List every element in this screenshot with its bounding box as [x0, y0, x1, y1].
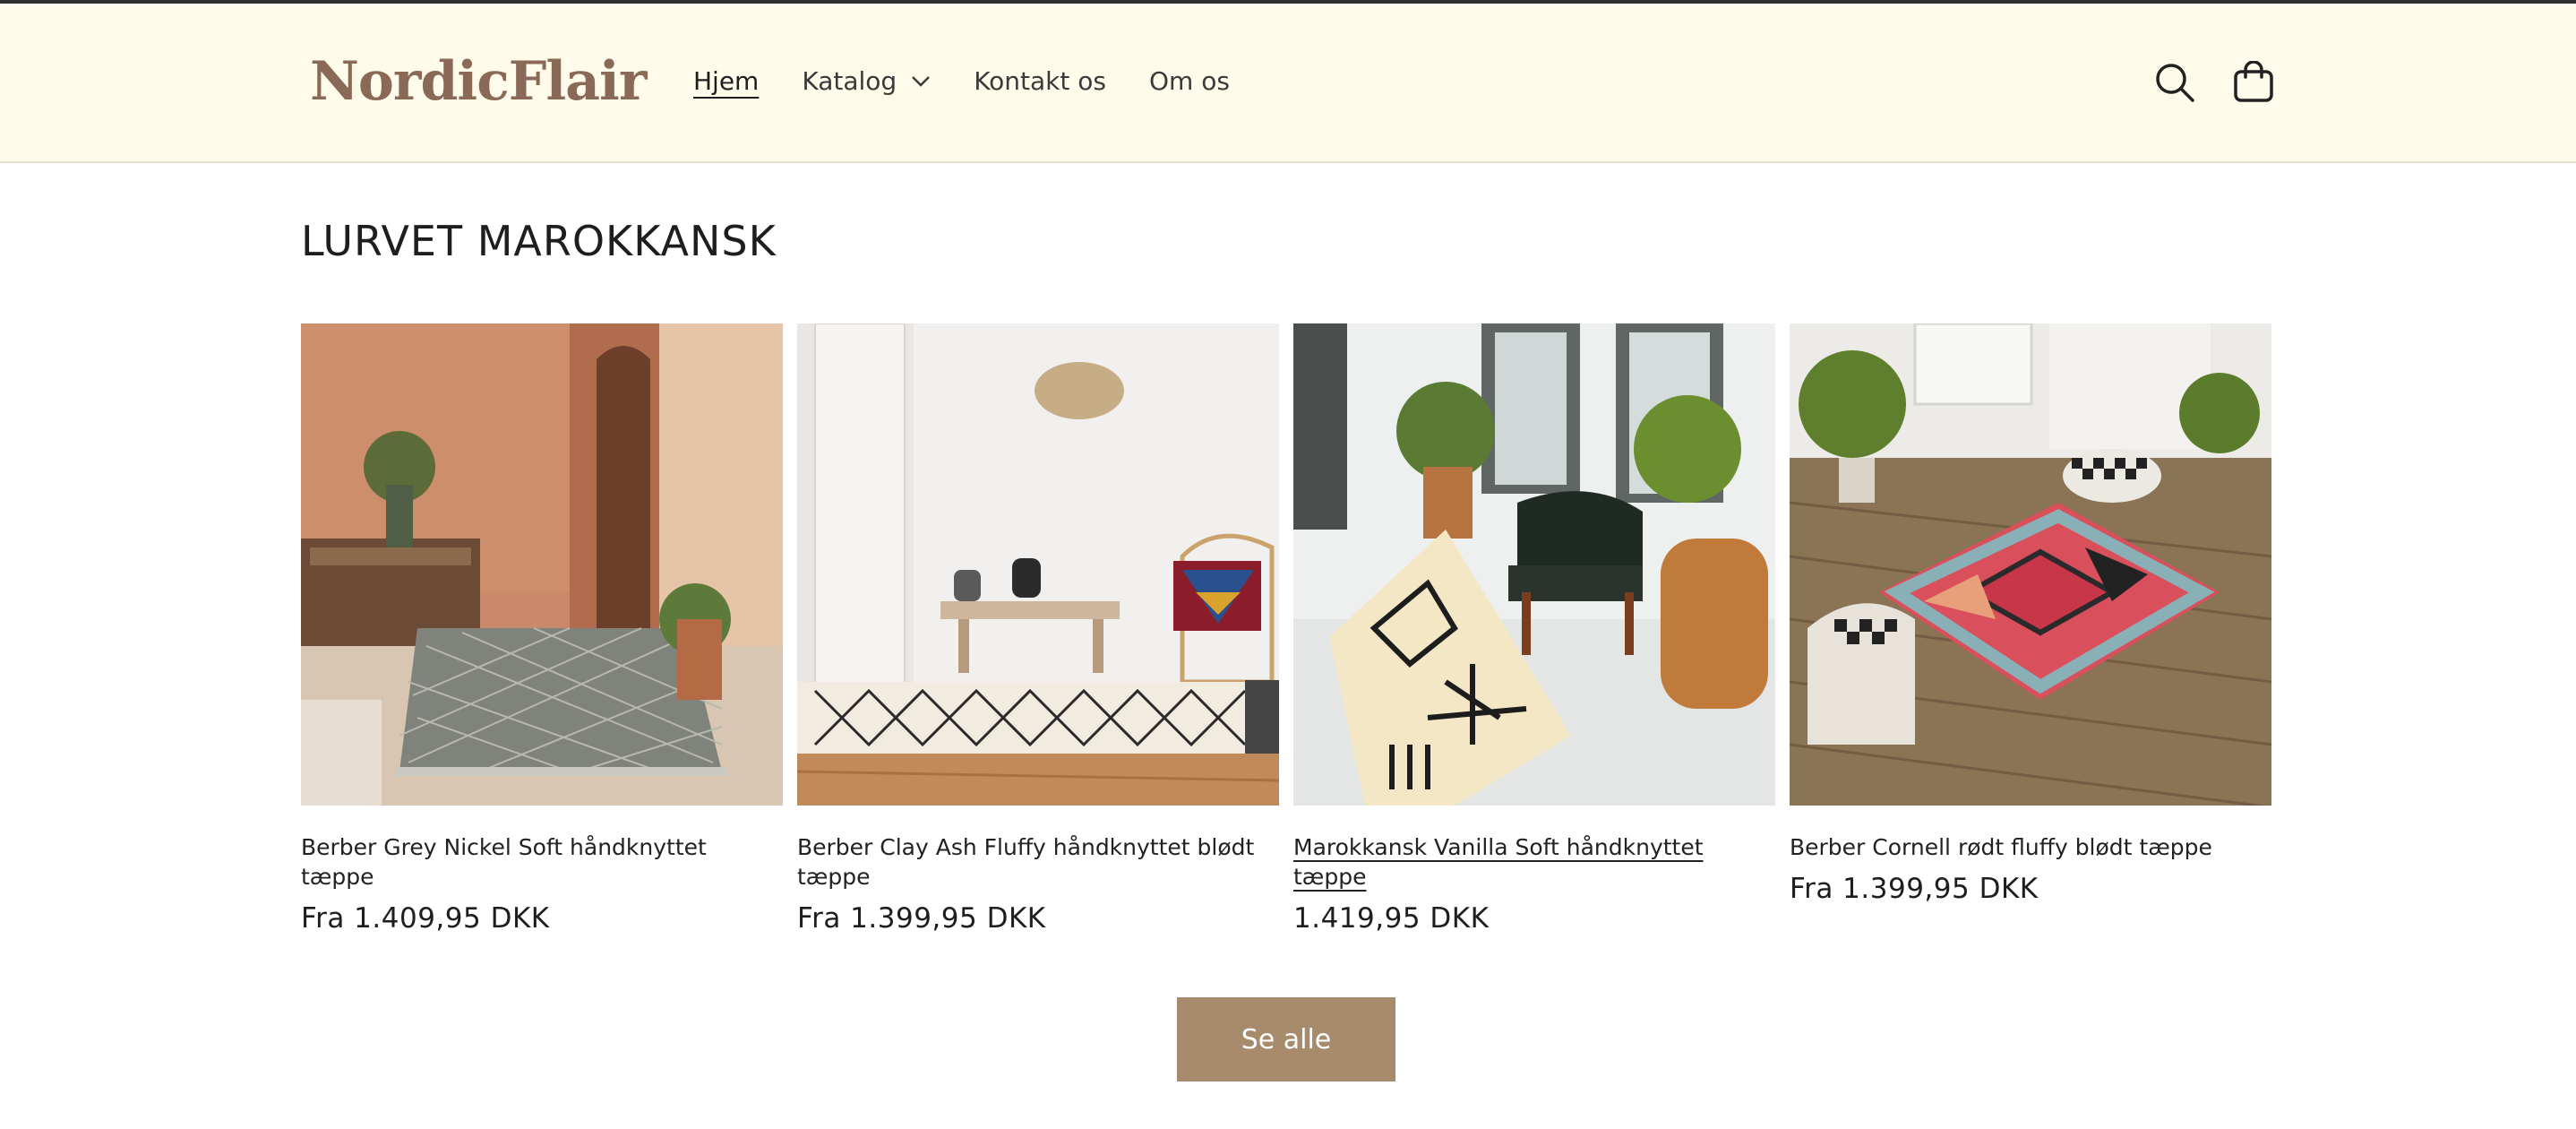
- product-card[interactable]: Berber Clay Ash Fluffy håndknyttet blødt…: [797, 323, 1279, 935]
- nav-item-label: Om os: [1149, 66, 1230, 96]
- product-price: Fra 1.399,95 DKK: [797, 902, 1046, 935]
- nav-item-contact[interactable]: Kontakt os: [974, 66, 1106, 96]
- product-image[interactable]: [797, 323, 1279, 806]
- logo[interactable]: NordicFlair: [310, 50, 647, 113]
- product-title[interactable]: Berber Grey Nickel Soft håndknyttet tæpp…: [301, 832, 783, 892]
- chevron-down-icon: [912, 75, 931, 87]
- product-price: Fra 1.409,95 DKK: [301, 902, 550, 935]
- product-image[interactable]: [1790, 323, 2271, 806]
- nav-item-catalog[interactable]: Katalog: [802, 66, 931, 96]
- nav-item-label: Kontakt os: [974, 66, 1106, 96]
- product-image[interactable]: [301, 323, 783, 806]
- product-card[interactable]: Berber Grey Nickel Soft håndknyttet tæpp…: [301, 323, 783, 935]
- nav-item-label: Hjem: [693, 66, 760, 96]
- product-title[interactable]: Berber Clay Ash Fluffy håndknyttet blødt…: [797, 832, 1279, 892]
- section-title: LURVET MAROKKANSK: [301, 217, 777, 265]
- product-price: 1.419,95 DKK: [1293, 902, 1490, 935]
- search-icon: [2156, 64, 2194, 102]
- cart-icon: [2234, 60, 2273, 102]
- product-title[interactable]: Berber Cornell rødt fluffy blødt tæppe: [1790, 832, 2271, 862]
- cart-button[interactable]: [2232, 60, 2275, 104]
- product-price: Fra 1.399,95 DKK: [1790, 873, 2039, 905]
- nav-item-about[interactable]: Om os: [1149, 66, 1230, 96]
- product-card[interactable]: Marokkansk Vanilla Soft håndknyttet tæpp…: [1293, 323, 1775, 935]
- product-grid: Berber Grey Nickel Soft håndknyttet tæpp…: [301, 323, 2271, 951]
- nav-item-label: Katalog: [802, 66, 897, 96]
- main-nav: Hjem Katalog Kontakt os Om os: [693, 66, 1273, 96]
- product-image[interactable]: [1293, 323, 1775, 806]
- product-card[interactable]: Berber Cornell rødt fluffy blødt tæppe F…: [1790, 323, 2271, 905]
- product-title[interactable]: Marokkansk Vanilla Soft håndknyttet tæpp…: [1293, 832, 1775, 892]
- search-button[interactable]: [2153, 61, 2196, 104]
- nav-item-home[interactable]: Hjem: [693, 66, 759, 96]
- site-header: NordicFlair Hjem Katalog Kontakt os Om o…: [0, 4, 2576, 163]
- see-all-button[interactable]: Se alle: [1177, 997, 1395, 1082]
